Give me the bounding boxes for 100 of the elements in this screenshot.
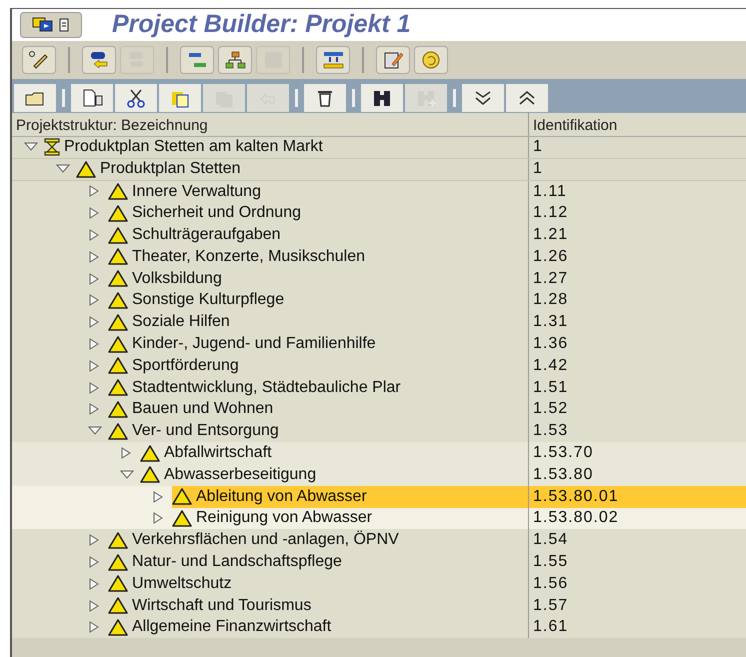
node-label: Sonstige Kulturpflege [132,290,284,310]
toolbar-button[interactable] [71,84,113,112]
node-id: 1.54 [533,530,568,550]
node-label: Ver- und Entsorgung [132,421,279,442]
node-id: 1.51 [533,378,568,398]
node-id: 1.12 [533,203,568,224]
column-header[interactable]: Projektstruktur: Bezeichnung [12,113,529,136]
tree-node[interactable]: Abwasserbeseitigung [140,464,528,486]
node-id: 1.52 [533,399,568,420]
tree-node[interactable]: Reinigung von Abwasser [172,508,528,530]
document-icon [81,87,103,109]
warning-icon [108,422,128,440]
tree-node[interactable]: Stadtentwicklung, Städtebauliche Plar [108,376,528,399]
toolbar-button[interactable] [22,46,56,74]
node-label: Soziale Hilfen [132,312,230,332]
toolbar-button[interactable] [304,84,346,112]
node-label: Bauen und Wohnen [132,399,274,420]
tree-node[interactable]: Wirtschaft und Tourismus [108,594,528,617]
tree-node[interactable]: Ver- und Entsorgung [108,420,528,442]
tree-node[interactable]: Sonstige Kulturpflege [108,290,528,312]
node-label: Reinigung von Abwasser [196,508,372,528]
tree-node[interactable]: Ableitung von Abwasser [172,486,528,508]
tree-node[interactable]: Verkehrsflächen und -anlagen, ÖPNV [108,529,528,552]
toolbar-button[interactable] [361,84,403,112]
node-id: 1.55 [533,552,568,572]
hierarchy-icon [224,49,246,71]
node-label: Volksbildung [132,268,222,289]
warning-icon [108,575,128,592]
node-label: Abfallwirtschaft [164,443,272,464]
warning-icon [108,597,128,614]
tree-node[interactable]: Sportförderung [108,354,528,377]
tree-node[interactable]: Volksbildung [108,268,528,290]
node-id: 1.61 [533,617,568,638]
toolbar-button[interactable] [376,46,410,74]
node-label: Produktplan Stetten am kalten Markt [64,137,323,158]
toolbar-button[interactable] [159,84,201,112]
tree-node[interactable]: Produktplan Stetten [76,158,528,180]
toolbar-button[interactable] [316,46,350,74]
node-id: 1.26 [533,246,568,267]
node-id: 1.21 [533,225,568,246]
node-label: Stadtentwicklung, Städtebauliche Plar [132,378,401,398]
expanded-caret-icon[interactable] [120,468,134,481]
node-label: Sportförderung [132,356,239,376]
node-label: Natur- und Landschaftspflege [132,552,342,572]
node-label: Verkehrsflächen und -anlagen, ÖPNV [132,530,399,550]
node-id: 1.28 [533,290,568,310]
tree-node[interactable]: Bauen und Wohnen [108,398,528,420]
node-id: 1.27 [533,268,568,289]
tree-node[interactable]: Natur- und Landschaftspflege [108,551,528,573]
node-label: Kinder-, Jugend- und Familienhilfe [132,334,376,354]
tree-node[interactable]: Abfallwirtschaft [140,442,528,464]
coin-icon [420,49,442,71]
expanded-caret-icon[interactable] [88,425,102,438]
expanded-caret-icon[interactable] [56,163,70,176]
node-id: 1.11 [533,182,567,202]
toolbar-button[interactable] [462,84,504,112]
warning-icon [108,314,128,331]
node-label: Umweltschutz [132,574,232,594]
node-label: Innere Verwaltung [132,182,261,202]
tree-node[interactable]: Theater, Konzerte, Musikschulen [108,246,528,268]
node-id: 1.53.80.01 [533,486,619,507]
tree-node[interactable]: Schulträgeraufgaben [108,224,528,246]
tree-node[interactable]: Produktplan Stetten am kalten Markt [44,137,528,158]
node-id: 1.36 [533,334,568,354]
arrow-left-icon [88,49,110,71]
node-label: Theater, Konzerte, Musikschulen [132,246,366,267]
node-label: Produktplan Stetten [100,159,241,180]
system-menu-button[interactable] [20,12,82,38]
node-id: 1.42 [533,356,568,376]
column-header[interactable]: Identifikation [529,113,746,136]
chat-play-icon [32,16,54,34]
toolbar-button[interactable] [14,84,56,112]
node-label: Allgemeine Finanzwirtschaft [132,617,332,638]
node-label: Abwasserbeseitigung [164,464,316,485]
toolbar-button[interactable] [82,46,116,74]
toolbar-button[interactable] [115,84,157,112]
warning-icon [172,488,192,506]
node-label: Sicherheit und Ordnung [132,203,301,224]
warning-icon [108,270,128,288]
tree-node[interactable]: Allgemeine Finanzwirtschaft [108,616,528,638]
tree-node[interactable]: Innere Verwaltung [108,180,528,202]
node-id: 1.53.80 [533,464,594,485]
warning-icon [108,248,128,266]
node-label: Wirtschaft und Tourismus [132,596,312,616]
tree-node[interactable]: Kinder-, Jugend- und Familienhilfe [108,333,528,355]
tree-node[interactable]: Sicherheit und Ordnung [108,202,528,224]
node-label: Ableitung von Abwasser [196,486,367,507]
tree-node[interactable]: Soziale Hilfen [108,311,528,334]
node-id: 1 [533,137,543,158]
warning-icon [108,532,128,549]
node-id: 1.53.80.02 [533,508,619,528]
node-id: 1.56 [533,574,568,594]
toolbar-button[interactable] [218,46,252,74]
node-id: 1.31 [533,312,568,332]
expanded-caret-icon[interactable] [24,141,38,154]
document-icon [58,17,70,33]
tree-node[interactable]: Umweltschutz [108,572,528,595]
node-id: 1 [533,159,543,180]
toolbar-button[interactable] [506,84,548,112]
node-id: 1.53 [533,421,568,442]
